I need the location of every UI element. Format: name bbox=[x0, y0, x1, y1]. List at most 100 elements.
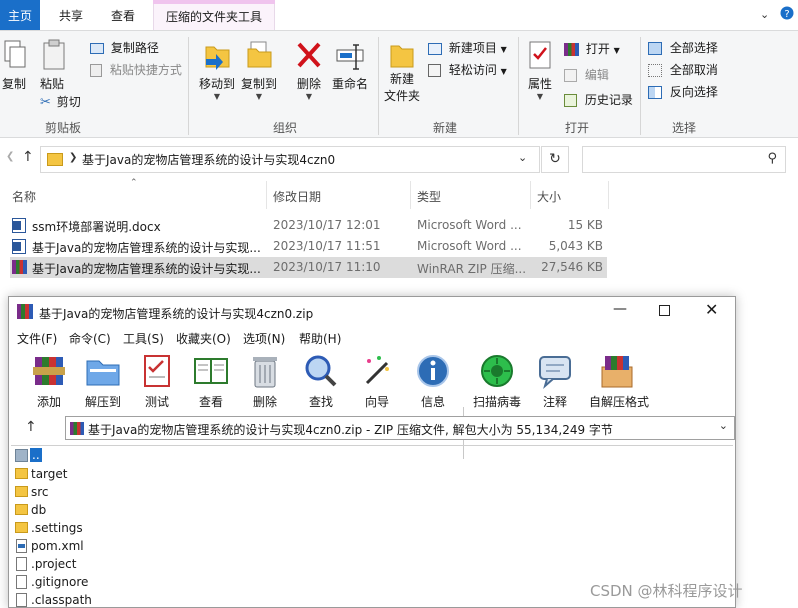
tab-home[interactable]: 主页 bbox=[0, 0, 40, 30]
select-none-button[interactable]: 全部取消 bbox=[648, 61, 718, 78]
group-label-open: 打开 bbox=[564, 121, 589, 135]
ribbon: 复制 粘贴 复制路径 粘贴快捷方式 ✂ 剪切 剪贴板 移动到 ▼ 复制到 ▼ 删… bbox=[0, 30, 798, 138]
scan-virus-button[interactable]: 扫描病毒 bbox=[467, 353, 527, 409]
entry-name: .. bbox=[30, 448, 42, 462]
select-all-button[interactable]: 全部选择 bbox=[648, 39, 718, 56]
file-row[interactable]: ssm环境部署说明.docx 2023/10/17 12:01 Microsof… bbox=[10, 215, 607, 236]
history-icon bbox=[564, 94, 577, 107]
up-arrow-icon[interactable]: ↑ bbox=[22, 149, 34, 165]
column-header-date[interactable]: 修改日期 bbox=[273, 188, 321, 205]
copy-path-button[interactable]: 复制路径 bbox=[90, 39, 159, 56]
column-divider[interactable] bbox=[410, 181, 411, 209]
maximize-icon[interactable] bbox=[659, 305, 670, 316]
move-to-label: 移动到 bbox=[198, 77, 235, 91]
file-icon bbox=[16, 575, 27, 589]
view-button[interactable]: 查看 bbox=[181, 353, 241, 409]
column-header-size[interactable]: 大小 bbox=[537, 188, 561, 205]
tab-view[interactable]: 查看 bbox=[100, 0, 146, 30]
chevron-down-icon[interactable]: ⌄ bbox=[719, 419, 728, 432]
tab-share[interactable]: 共享 bbox=[48, 0, 94, 30]
paste-shortcut-icon bbox=[90, 64, 102, 77]
column-divider[interactable] bbox=[608, 181, 609, 209]
copy-button[interactable]: 复制 bbox=[2, 39, 28, 92]
easy-access-button[interactable]: 轻松访问 ▼ bbox=[428, 61, 507, 78]
menu-tools[interactable]: 工具(S) bbox=[123, 330, 164, 347]
edit-button[interactable]: 编辑 bbox=[564, 66, 609, 83]
column-header-name[interactable]: 名称 bbox=[12, 188, 36, 205]
menu-commands[interactable]: 命令(C) bbox=[69, 330, 111, 347]
find-label: 查找 bbox=[308, 395, 333, 409]
select-all-icon bbox=[648, 42, 662, 55]
column-header-type[interactable]: 类型 bbox=[417, 188, 441, 205]
add-button[interactable]: 添加 bbox=[19, 353, 79, 409]
chevron-down-icon[interactable]: ⌄ bbox=[760, 8, 769, 21]
delete-button[interactable]: 删除 bbox=[235, 353, 295, 409]
tab-compressed-folder-tools[interactable]: 压缩的文件夹工具 bbox=[153, 0, 275, 30]
file-size: 5,043 KB bbox=[548, 239, 603, 253]
copy-to-button[interactable]: 复制到 ▼ bbox=[240, 39, 278, 101]
help-icon[interactable]: ? bbox=[780, 6, 794, 23]
dropdown-arrow-icon: ▼ bbox=[500, 67, 507, 76]
group-divider bbox=[518, 37, 519, 135]
delete-button[interactable]: 删除 ▼ bbox=[292, 39, 326, 101]
wizard-button[interactable]: 向导 bbox=[347, 353, 407, 409]
copy-to-label: 复制到 bbox=[240, 77, 277, 91]
info-button[interactable]: 信息 bbox=[403, 353, 463, 409]
cut-button[interactable]: ✂ 剪切 bbox=[40, 93, 81, 110]
move-to-button[interactable]: 移动到 ▼ bbox=[198, 39, 236, 101]
group-label-organize: 组织 bbox=[272, 121, 297, 135]
extract-to-button[interactable]: 解压到 bbox=[73, 353, 133, 409]
up-arrow-icon[interactable]: ↑ bbox=[25, 419, 37, 435]
chevron-down-icon[interactable]: ⌄ bbox=[518, 151, 527, 164]
menu-help[interactable]: 帮助(H) bbox=[299, 330, 341, 347]
properties-button[interactable]: 属性 ▼ bbox=[524, 39, 556, 101]
rename-button[interactable]: 重命名 bbox=[330, 39, 370, 92]
file-row[interactable]: 基于Java的宠物店管理系统的设计与实现... 2023/10/17 11:10… bbox=[10, 257, 607, 278]
file-row[interactable]: 基于Java的宠物店管理系统的设计与实现... 2023/10/17 11:51… bbox=[10, 236, 607, 257]
back-arrow-icon[interactable]: ❮ bbox=[6, 151, 14, 162]
test-button[interactable]: 测试 bbox=[127, 353, 187, 409]
history-label: 历史记录 bbox=[584, 93, 633, 107]
column-divider[interactable] bbox=[266, 181, 267, 209]
file-date: 2023/10/17 11:51 bbox=[273, 239, 381, 253]
invert-selection-button[interactable]: 反向选择 bbox=[648, 83, 718, 100]
winrar-icon bbox=[12, 260, 27, 274]
close-icon[interactable]: ✕ bbox=[705, 300, 718, 319]
menu-file[interactable]: 文件(F) bbox=[17, 330, 57, 347]
info-label: 信息 bbox=[420, 395, 445, 409]
comment-button[interactable]: 注释 bbox=[525, 353, 585, 409]
history-button[interactable]: 历史记录 bbox=[564, 91, 633, 108]
invert-selection-label: 反向选择 bbox=[669, 85, 718, 99]
view-label: 查看 bbox=[198, 395, 223, 409]
refresh-icon[interactable]: ↻ bbox=[541, 146, 569, 173]
paste-shortcut-label: 粘贴快捷方式 bbox=[109, 63, 182, 77]
new-folder-button[interactable]: 新建 文件夹 bbox=[382, 39, 422, 105]
delete-label: 删除 bbox=[296, 77, 321, 91]
folder-icon bbox=[15, 468, 28, 479]
open-button[interactable]: 打开 ▼ bbox=[564, 40, 620, 57]
entry-name: .classpath bbox=[31, 593, 92, 607]
wizard-label: 向导 bbox=[364, 395, 389, 409]
paste-button[interactable]: 粘贴 bbox=[40, 39, 70, 92]
info-icon bbox=[417, 355, 449, 387]
new-item-button[interactable]: 新建项目 ▼ bbox=[428, 39, 507, 56]
minimize-icon[interactable]: — bbox=[613, 301, 627, 317]
paste-shortcut-button[interactable]: 粘贴快捷方式 bbox=[90, 61, 182, 78]
window-title: 基于Java的宠物店管理系统的设计与实现4czn0.zip bbox=[39, 307, 314, 321]
select-all-label: 全部选择 bbox=[669, 41, 718, 55]
entry-name: .gitignore bbox=[31, 575, 89, 589]
sfx-button[interactable]: 自解压格式 bbox=[587, 353, 651, 409]
watermark: CSDN @林科程序设计 bbox=[590, 582, 743, 600]
sfx-label: 自解压格式 bbox=[588, 395, 649, 409]
menu-favorites[interactable]: 收藏夹(O) bbox=[176, 330, 231, 347]
column-divider[interactable] bbox=[530, 181, 531, 209]
menu-options[interactable]: 选项(N) bbox=[243, 330, 285, 347]
group-divider bbox=[188, 37, 189, 135]
select-none-label: 全部取消 bbox=[669, 63, 718, 77]
delete-x-icon bbox=[297, 42, 321, 68]
dropdown-arrow-icon: ▼ bbox=[500, 45, 507, 54]
find-button[interactable]: 查找 bbox=[291, 353, 351, 409]
dropdown-arrow-icon: ▼ bbox=[613, 46, 620, 55]
archive-path-bar[interactable]: 基于Java的宠物店管理系统的设计与实现4czn0.zip - ZIP 压缩文件… bbox=[65, 416, 735, 440]
search-input[interactable]: ⚲ bbox=[582, 146, 786, 173]
